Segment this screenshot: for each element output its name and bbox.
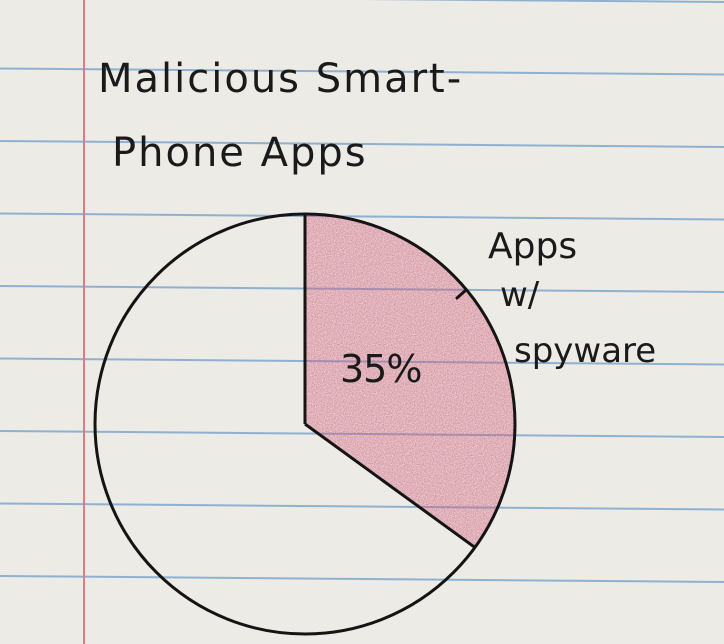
slice-label-line-1: Apps [488,226,577,267]
slice-value-label: 35% [340,347,421,391]
notebook-page: Malicious Smart- Phone Apps 35% Apps w/ … [0,0,724,644]
slice-label-line-3: spyware [514,331,656,371]
chart-title-line-2: Phone Apps [112,130,368,176]
chart-title-line-1: Malicious Smart- [98,56,463,102]
slice-label-line-2: w/ [500,275,540,315]
notebook-paper: Malicious Smart- Phone Apps 35% Apps w/ … [0,0,724,644]
